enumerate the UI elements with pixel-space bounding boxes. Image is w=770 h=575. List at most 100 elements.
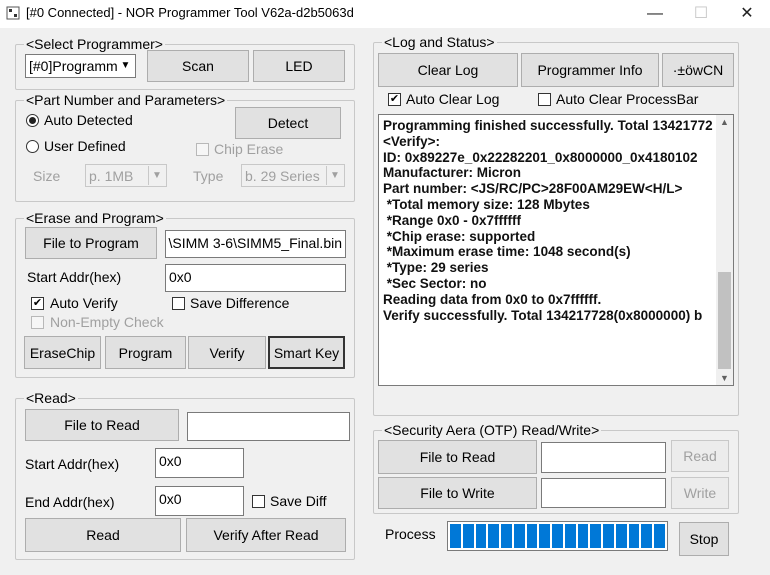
scroll-down-icon[interactable]: ▼ — [716, 373, 733, 383]
smart-key-button[interactable]: Smart Key — [268, 336, 345, 369]
save-diff-checkbox[interactable] — [252, 495, 265, 508]
chevron-down-icon: ▼ — [326, 166, 343, 185]
otp-file-to-read-button[interactable]: File to Read — [378, 440, 537, 474]
progress-segment — [475, 524, 487, 548]
non-empty-check-label: Non-Empty Check — [50, 314, 164, 330]
otp-title: <Security Aera (OTP) Read/Write> — [382, 422, 602, 438]
chip-erase-checkbox — [196, 143, 209, 156]
detect-button[interactable]: Detect — [235, 107, 341, 139]
auto-clear-processbar-checkbox[interactable] — [538, 93, 551, 106]
auto-verify-label: Auto Verify — [50, 295, 118, 311]
chevron-down-icon: ▼ — [148, 166, 165, 185]
title-bar: [#0 Connected] - NOR Programmer Tool V62… — [0, 0, 770, 28]
read-end-addr-label: End Addr(hex) — [25, 494, 115, 510]
log-line: Part number: <JS/RC/PC>28F00AM29EW<H/L> — [383, 181, 683, 197]
program-file-path-input[interactable]: \SIMM 3-6\SIMM5_Final.bin — [165, 230, 346, 258]
log-line: *Sec Sector: no — [383, 275, 487, 291]
process-progress-bar — [447, 521, 668, 551]
log-line: *Type: 29 series — [383, 260, 489, 276]
read-button[interactable]: Read — [25, 518, 181, 552]
progress-segment — [462, 524, 474, 548]
verify-after-read-button[interactable]: Verify After Read — [186, 518, 346, 552]
app-icon — [6, 6, 20, 20]
program-file-path-value: \SIMM 3-6\SIMM5_Final.bin — [168, 235, 343, 251]
auto-verify-checkbox[interactable]: ✔ — [31, 297, 44, 310]
progress-segment — [590, 524, 602, 548]
progress-segment — [654, 524, 666, 548]
clear-log-button[interactable]: Clear Log — [378, 53, 518, 87]
verify-button[interactable]: Verify — [188, 336, 266, 369]
progress-segment — [564, 524, 576, 548]
non-empty-check-checkbox — [31, 316, 44, 329]
read-start-addr-input[interactable]: 0x0 — [155, 448, 244, 478]
log-line: Programming finished successfully. Total… — [383, 118, 713, 133]
program-button[interactable]: Program — [105, 336, 186, 369]
otp-write-path-input[interactable] — [541, 478, 666, 508]
erase-chip-button[interactable]: EraseChip — [24, 336, 101, 369]
log-line: Verify successfully. Total 134217728(0x8… — [383, 307, 703, 323]
read-file-path-input[interactable] — [187, 412, 350, 441]
progress-segment — [552, 524, 563, 548]
user-defined-label: User Defined — [44, 138, 126, 154]
progress-segment — [488, 524, 500, 548]
save-diff-label: Save Diff — [270, 493, 327, 509]
program-start-addr-label: Start Addr(hex) — [27, 269, 122, 285]
type-dropdown: b. 29 Series ▼ — [241, 164, 345, 187]
read-title: <Read> — [24, 390, 78, 406]
progress-segment — [450, 524, 461, 548]
user-defined-radio[interactable] — [26, 140, 39, 153]
progress-segment — [628, 524, 640, 548]
scroll-thumb[interactable] — [718, 272, 731, 369]
otp-file-to-write-button[interactable]: File to Write — [378, 477, 537, 509]
auto-clear-log-label: Auto Clear Log — [406, 91, 500, 107]
auto-detected-label: Auto Detected — [44, 112, 133, 128]
read-start-addr-label: Start Addr(hex) — [25, 456, 120, 472]
close-button[interactable]: ✕ — [724, 0, 770, 28]
log-status-title: <Log and Status> — [382, 34, 497, 50]
auto-detected-radio[interactable] — [26, 114, 39, 127]
file-to-program-button[interactable]: File to Program — [25, 227, 157, 259]
size-dropdown: p. 1MB ▼ — [85, 164, 167, 187]
log-line: Reading data from 0x0 to 0x7ffffff. — [383, 291, 602, 307]
otp-read-path-input[interactable] — [541, 442, 666, 473]
progress-segment — [577, 524, 589, 548]
part-number-title: <Part Number and Parameters> — [24, 92, 228, 108]
program-start-addr-input[interactable]: 0x0 — [165, 264, 346, 292]
led-button[interactable]: LED — [253, 50, 345, 82]
select-programmer-title: <Select Programmer> — [24, 36, 165, 52]
maximize-button: ☐ — [693, 5, 709, 22]
type-dropdown-value: b. 29 Series — [245, 168, 320, 184]
otp-read-button: Read — [671, 440, 729, 472]
size-label: Size — [33, 168, 61, 184]
programmer-dropdown[interactable]: [#0]Programm ▼ — [25, 54, 136, 78]
auto-clear-processbar-label: Auto Clear ProcessBar — [556, 91, 699, 107]
log-line: *Total memory size: 128 Mbytes — [383, 196, 590, 212]
log-line: Manufacturer: Micron — [383, 165, 522, 181]
process-label: Process — [385, 526, 436, 542]
log-line: <Verify>: — [383, 133, 441, 149]
file-to-read-button[interactable]: File to Read — [25, 409, 179, 441]
scroll-up-icon[interactable]: ▲ — [716, 117, 733, 127]
log-text-area[interactable]: Programming finished successfully. Total… — [378, 114, 734, 386]
extra-function-button[interactable]: ·±öwCN — [662, 53, 734, 87]
programmer-info-button[interactable]: Programmer Info — [521, 53, 659, 87]
save-difference-label: Save Difference — [190, 295, 290, 311]
chip-erase-label: Chip Erase — [214, 141, 284, 157]
log-scrollbar[interactable]: ▲ ▼ — [716, 115, 733, 385]
log-line: *Chip erase: supported — [383, 228, 536, 244]
log-line: *Maximum erase time: 1048 second(s) — [383, 244, 631, 260]
scan-button[interactable]: Scan — [147, 50, 249, 82]
size-dropdown-value: p. 1MB — [89, 168, 134, 184]
progress-segment — [513, 524, 525, 548]
window-title: [#0 Connected] - NOR Programmer Tool V62… — [26, 5, 354, 20]
save-difference-checkbox[interactable] — [172, 297, 185, 310]
progress-segment — [501, 524, 512, 548]
erase-program-title: <Erase and Program> — [24, 210, 166, 226]
progress-segment — [526, 524, 538, 548]
auto-clear-log-checkbox[interactable]: ✔ — [388, 93, 401, 106]
minimize-button[interactable]: — — [632, 0, 678, 28]
progress-segment — [615, 524, 627, 548]
read-end-addr-input[interactable]: 0x0 — [155, 486, 244, 516]
otp-write-button: Write — [671, 477, 729, 509]
stop-button[interactable]: Stop — [679, 522, 729, 556]
